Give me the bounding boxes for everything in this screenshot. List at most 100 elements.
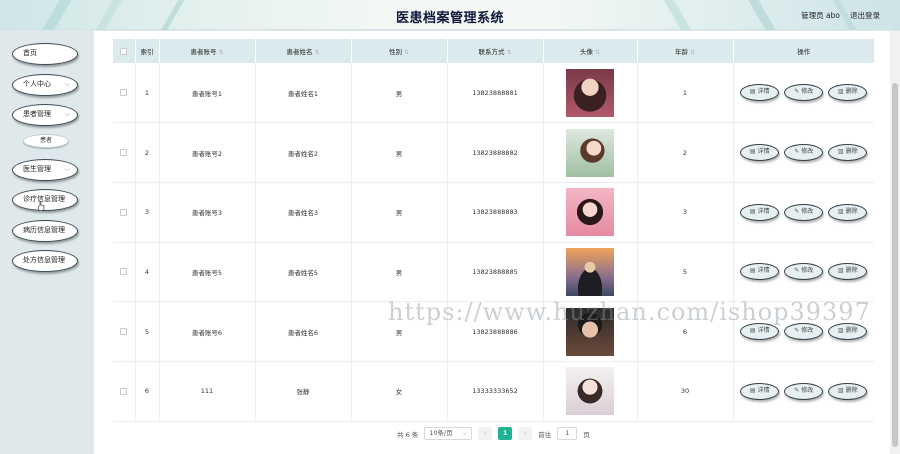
sidebar-subitem-patient[interactable]: 患者	[23, 134, 69, 148]
avatar-cell	[543, 361, 638, 422]
detail-button[interactable]: ▤ 详情	[740, 84, 780, 102]
row-checkbox[interactable]	[120, 208, 128, 216]
delete-button[interactable]: ▥ 删除	[828, 263, 868, 281]
account-cell: 111	[159, 361, 256, 422]
prev-page-button[interactable]: ‹	[478, 427, 493, 440]
delete-button[interactable]: ▥ 删除	[828, 323, 868, 341]
sort-icon[interactable]: ⇅	[218, 49, 223, 56]
table-row: 3 患者账号3 患者姓名3 男 13823888883 3 ▤ 详情 ✎ 修改 ▥ 删…	[113, 182, 874, 243]
name-cell: 患者姓名3	[255, 182, 352, 243]
document-icon: ▤	[749, 148, 756, 156]
chevron-down-icon: ⌵	[462, 429, 468, 437]
current-page-button[interactable]: 1	[498, 427, 513, 440]
page-title: 医患档案管理系统	[395, 10, 504, 25]
row-select-cell[interactable]	[113, 182, 136, 243]
column-header-age[interactable]: 年龄 ⇅	[637, 39, 734, 63]
sidebar-item-patient-management[interactable]: 患者管理 ⌵	[12, 104, 78, 126]
goto-page-input[interactable]: 1	[557, 427, 578, 440]
patient-table: 索引 患者账号 ⇅ 患者姓名 ⇅ 性别 ⇅ 联系方式 ⇅ 头像 ⇅ 年龄 ⇅ 操作 1 患者…	[113, 39, 874, 422]
trash-icon: ▥	[837, 327, 844, 335]
detail-button[interactable]: ▤ 详情	[740, 382, 780, 400]
logout-link[interactable]: 退出登录	[850, 10, 880, 21]
row-select-cell[interactable]	[113, 301, 136, 362]
detail-button[interactable]: ▤ 详情	[740, 263, 780, 281]
sidebar-item-diagnosis-management[interactable]: 诊疗信息管理	[12, 189, 78, 211]
gender-cell: 男	[351, 242, 448, 303]
edit-button[interactable]: ✎ 修改	[784, 203, 824, 221]
index-cell: 4	[135, 242, 160, 303]
age-cell: 2	[637, 122, 734, 183]
trash-icon: ▥	[837, 207, 844, 215]
sort-icon[interactable]: ⇅	[595, 49, 600, 56]
row-select-cell[interactable]	[113, 63, 136, 124]
sort-icon[interactable]: ⇅	[506, 49, 511, 56]
row-checkbox[interactable]	[120, 149, 128, 157]
detail-button[interactable]: ▤ 详情	[740, 144, 780, 162]
page-size-select[interactable]: 10条/页 ⌵	[424, 427, 473, 440]
sort-icon[interactable]: ⇅	[690, 49, 695, 56]
column-header-phone[interactable]: 联系方式 ⇅	[447, 39, 544, 63]
gender-cell: 男	[351, 122, 448, 183]
phone-cell: 13823888882	[447, 122, 544, 183]
actions-cell: ▤ 详情 ✎ 修改 ▥ 删除	[733, 182, 874, 243]
avatar	[566, 367, 614, 416]
column-header-account[interactable]: 患者账号 ⇅	[159, 39, 256, 63]
edit-button[interactable]: ✎ 修改	[784, 263, 824, 281]
sidebar-item-doctor-management[interactable]: 医生管理 ⌵	[12, 159, 78, 181]
next-page-button[interactable]: ›	[518, 427, 533, 440]
delete-button[interactable]: ▥ 删除	[828, 84, 868, 102]
edit-button[interactable]: ✎ 修改	[784, 84, 824, 102]
age-cell: 5	[637, 242, 734, 303]
row-select-cell[interactable]	[113, 242, 136, 303]
detail-button[interactable]: ▤ 详情	[740, 203, 780, 221]
scrollbar-thumb[interactable]	[892, 83, 898, 447]
sort-icon[interactable]: ⇅	[404, 49, 409, 56]
avatar-cell	[543, 63, 638, 124]
select-all-header[interactable]	[113, 39, 136, 63]
actions-cell: ▤ 详情 ✎ 修改 ▥ 删除	[733, 361, 874, 422]
column-header-avatar[interactable]: 头像 ⇅	[543, 39, 638, 63]
pencil-icon: ✎	[794, 207, 800, 215]
sidebar-item-prescription-management[interactable]: 处方信息管理	[12, 250, 78, 272]
select-all-checkbox[interactable]	[120, 47, 128, 55]
edit-button[interactable]: ✎ 修改	[784, 323, 824, 341]
age-cell: 6	[637, 301, 734, 362]
column-header-actions: 操作	[733, 39, 874, 63]
row-select-cell[interactable]	[113, 361, 136, 422]
index-cell: 3	[135, 182, 160, 243]
edit-button[interactable]: ✎ 修改	[784, 144, 824, 162]
table-row: 2 患者账号2 患者姓名2 男 13823888882 2 ▤ 详情 ✎ 修改 ▥ 删…	[113, 122, 874, 183]
vertical-scrollbar[interactable]	[890, 31, 900, 454]
detail-button[interactable]: ▤ 详情	[740, 323, 780, 341]
delete-button[interactable]: ▥ 删除	[828, 203, 868, 221]
pencil-icon: ✎	[794, 88, 800, 96]
avatar	[566, 128, 614, 177]
sidebar-item-label: 病历信息管理	[23, 226, 65, 234]
account-cell: 患者账号1	[159, 63, 256, 124]
delete-button[interactable]: ▥ 删除	[828, 144, 868, 162]
sidebar-item-medical-record-management[interactable]: 病历信息管理	[12, 220, 78, 242]
gender-cell: 男	[351, 63, 448, 124]
column-header-gender[interactable]: 性别 ⇅	[351, 39, 448, 63]
actions-cell: ▤ 详情 ✎ 修改 ▥ 删除	[733, 242, 874, 303]
sidebar-item-personal-center[interactable]: 个人中心 ⌵	[12, 74, 78, 96]
document-icon: ▤	[749, 88, 756, 96]
avatar-cell	[543, 122, 638, 183]
row-select-cell[interactable]	[113, 122, 136, 183]
sidebar-item-home[interactable]: 首页	[12, 43, 78, 65]
chevron-down-icon: ⌵	[64, 165, 70, 173]
row-checkbox[interactable]	[120, 89, 128, 97]
page-suffix: 页	[583, 430, 590, 439]
account-cell: 患者账号6	[159, 301, 256, 362]
row-checkbox[interactable]	[120, 268, 128, 276]
name-cell: 患者姓名1	[255, 63, 352, 124]
row-checkbox[interactable]	[120, 328, 128, 336]
trash-icon: ▥	[837, 148, 844, 156]
edit-button[interactable]: ✎ 修改	[784, 382, 824, 400]
sort-icon[interactable]: ⇅	[314, 49, 319, 56]
delete-button[interactable]: ▥ 删除	[828, 382, 868, 400]
row-checkbox[interactable]	[120, 387, 128, 395]
chevron-down-icon: ⌵	[64, 110, 70, 118]
column-header-name[interactable]: 患者姓名 ⇅	[255, 39, 352, 63]
index-cell: 2	[135, 122, 160, 183]
